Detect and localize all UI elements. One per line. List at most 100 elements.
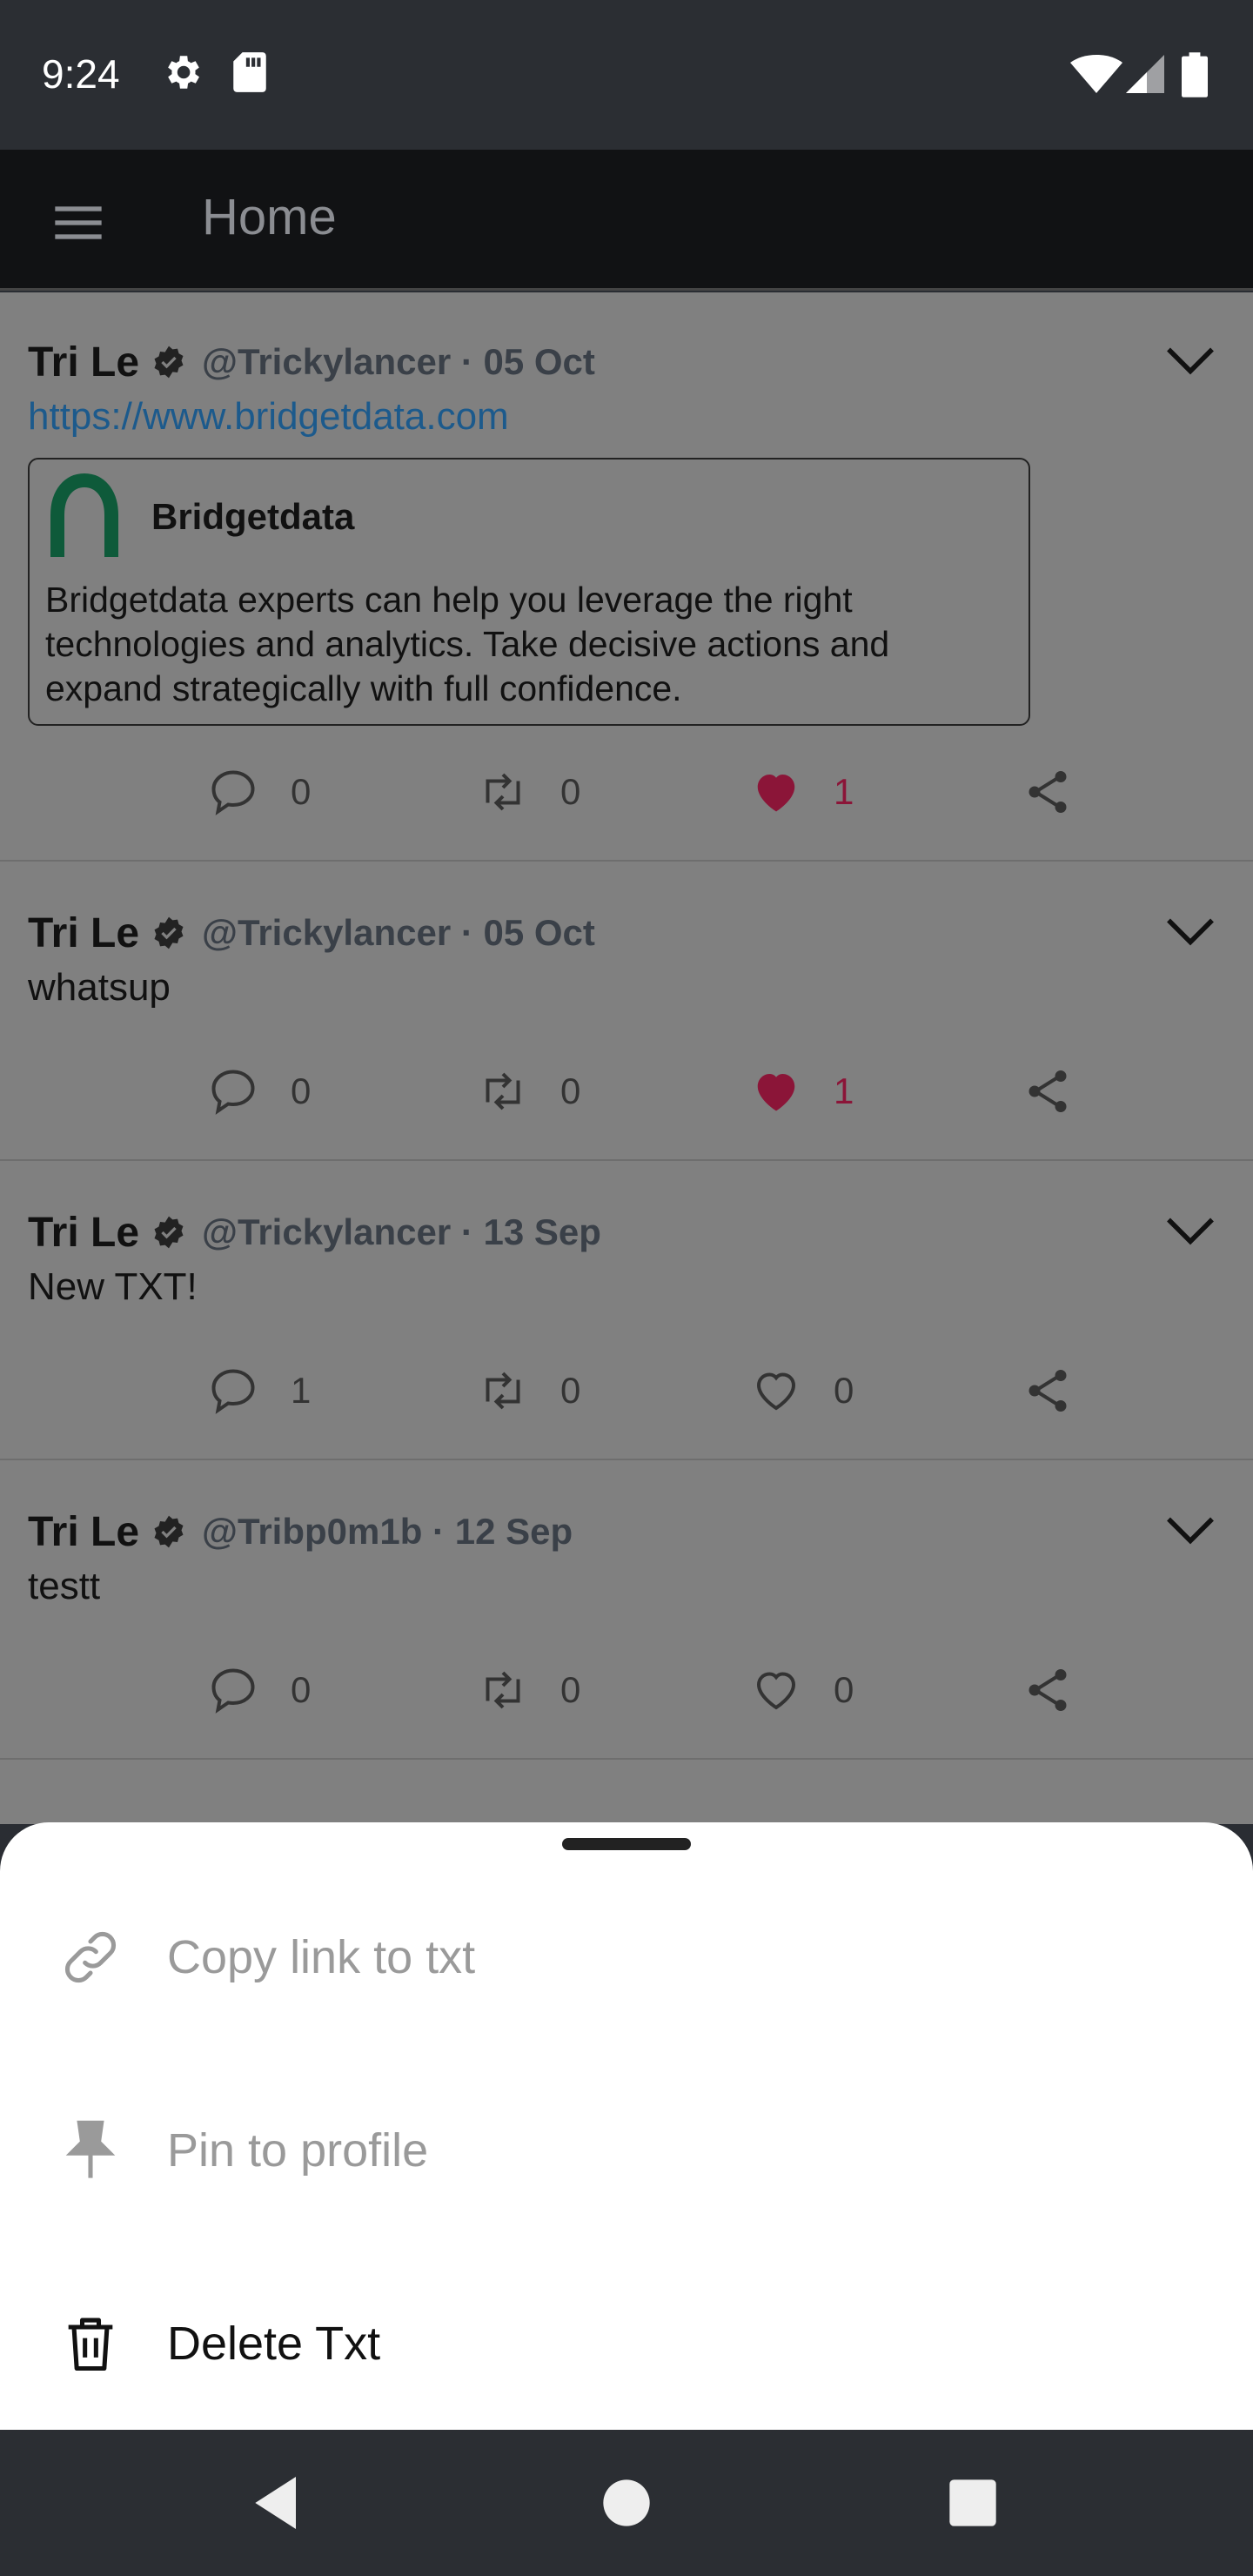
post-item[interactable]: Tri Le @Trickylancer · 05 Oct whatsup 0 … (0, 863, 1253, 1161)
verified-badge-icon (154, 1515, 184, 1548)
recents-icon[interactable] (938, 2468, 1008, 2538)
system-nav-bar (0, 2430, 1253, 2576)
status-bar: 9:24 (0, 0, 1253, 150)
author-handle-date: @Trickylancer · 05 Oct (202, 341, 595, 382)
back-icon[interactable] (244, 2468, 313, 2538)
share-action[interactable] (1022, 1356, 1074, 1426)
card-description: Bridgetdata experts can help you leverag… (45, 580, 890, 708)
signal-icon (1126, 55, 1164, 93)
bottom-sheet: Copy link to txt Pin to profile Delete T… (0, 1822, 1253, 2432)
reply-count: 0 (291, 1070, 312, 1111)
like-count: 0 (834, 1370, 854, 1411)
retweet-icon (486, 773, 520, 811)
post-header: Tri Le @Trickylancer · 13 Sep (28, 1206, 601, 1258)
retweet-count: 0 (560, 1370, 581, 1411)
retweet-count: 0 (560, 1070, 581, 1111)
verified-badge-icon (154, 916, 184, 949)
reply-count: 1 (291, 1370, 312, 1411)
wifi-icon (1070, 55, 1122, 93)
retweet-icon (486, 1072, 520, 1110)
retweet-action[interactable]: 0 (477, 1356, 580, 1426)
author-name[interactable]: Tri Le (28, 909, 139, 957)
author-name[interactable]: Tri Le (28, 339, 139, 386)
post-item[interactable]: Tri Le @Trickylancer · 05 Oct https://ww… (0, 292, 1253, 862)
share-icon (1029, 771, 1067, 813)
share-icon (1029, 1070, 1067, 1112)
retweet-icon (486, 1372, 520, 1410)
comment-icon (211, 770, 255, 815)
share-icon (1029, 1669, 1067, 1711)
post-item[interactable]: Tri Le @Trickylancer · 13 Sep New TXT! 1… (0, 1163, 1253, 1460)
post-actions: 1 0 0 (0, 1356, 1253, 1426)
post-header: Tri Le @Trickylancer · 05 Oct (28, 907, 595, 959)
comment-icon (211, 1668, 255, 1714)
retweet-action[interactable]: 0 (477, 1057, 580, 1126)
post-text: testt (28, 1565, 101, 1607)
page-title: Home (202, 189, 337, 245)
author-name[interactable]: Tri Le (28, 1209, 139, 1257)
like-action[interactable]: 0 (750, 1356, 854, 1426)
post-link[interactable]: https://www.bridgetdata.com (28, 395, 509, 439)
reply-action[interactable]: 1 (207, 1356, 311, 1426)
like-action[interactable]: 1 (750, 1057, 854, 1126)
post-header (28, 1805, 39, 1824)
chevron-down-icon[interactable] (1164, 1513, 1216, 1547)
copy-link-label: Copy link to txt (167, 1931, 476, 1983)
like-count: 1 (834, 771, 854, 812)
copy-link-option[interactable]: Copy link to txt (0, 1861, 1253, 2054)
feed-list: Tri Le @Trickylancer · 05 Oct https://ww… (0, 292, 1253, 1824)
heart-outline-icon (756, 1372, 796, 1411)
reply-action[interactable]: 0 (207, 757, 311, 827)
post-text: whatsup (28, 966, 171, 1009)
reply-action[interactable]: 0 (207, 1655, 311, 1725)
like-action[interactable]: 0 (750, 1655, 854, 1725)
bridgetdata-logo (50, 473, 118, 557)
post-actions: 0 0 1 (0, 1057, 1253, 1126)
post-item[interactable] (0, 1761, 1253, 1824)
author-handle-date: @Trickylancer · 05 Oct (202, 912, 595, 953)
share-action[interactable] (1022, 757, 1074, 827)
heart-filled-icon (757, 1074, 795, 1111)
like-count: 0 (834, 1669, 854, 1710)
pin-icon (65, 2120, 116, 2178)
link-preview-card[interactable]: Bridgetdata Bridgetdata experts can help… (28, 458, 1030, 726)
chevron-down-icon[interactable] (1164, 1213, 1216, 1248)
author-handle-date: @Tribp0m1b · 12 Sep (202, 1511, 573, 1552)
comment-icon (211, 1070, 255, 1115)
delete-txt-option[interactable]: Delete Txt (0, 2247, 1253, 2440)
chevron-down-icon[interactable] (1164, 343, 1216, 378)
trash-icon (68, 2318, 113, 2371)
post-header: Tri Le @Trickylancer · 05 Oct (28, 336, 595, 388)
post-text: New TXT! (28, 1265, 198, 1308)
heart-outline-icon (756, 1672, 796, 1710)
retweet-icon (486, 1671, 520, 1709)
delete-txt-label: Delete Txt (167, 2318, 381, 2370)
sd-card-icon (233, 52, 266, 92)
retweet-action[interactable]: 0 (477, 757, 580, 827)
share-action[interactable] (1022, 1655, 1074, 1725)
status-time: 9:24 (42, 51, 120, 97)
reply-count: 0 (291, 771, 312, 812)
reply-action[interactable]: 0 (207, 1057, 311, 1126)
link-icon (65, 1932, 116, 1982)
chevron-down-icon[interactable] (1164, 914, 1216, 949)
author-handle-date: @Trickylancer · 13 Sep (202, 1211, 601, 1252)
retweet-count: 0 (560, 1669, 581, 1710)
post-actions: 0 0 0 (0, 1655, 1253, 1725)
pin-to-profile-option[interactable]: Pin to profile (0, 2054, 1253, 2247)
retweet-count: 0 (560, 771, 581, 812)
share-action[interactable] (1022, 1057, 1074, 1126)
home-icon[interactable] (592, 2468, 661, 2538)
sheet-drag-handle[interactable] (562, 1838, 691, 1850)
verified-badge-icon (154, 345, 184, 379)
author-name-partial (28, 1808, 39, 1825)
heart-filled-icon (757, 775, 795, 812)
post-header: Tri Le @Tribp0m1b · 12 Sep (28, 1506, 573, 1558)
hamburger-menu-icon[interactable] (50, 195, 106, 251)
author-name[interactable]: Tri Le (28, 1508, 139, 1556)
like-action[interactable]: 1 (750, 757, 854, 827)
verified-badge-icon (154, 1216, 184, 1249)
retweet-action[interactable]: 0 (477, 1655, 580, 1725)
post-item[interactable]: Tri Le @Tribp0m1b · 12 Sep testt 0 0 0 (0, 1462, 1253, 1760)
comment-icon (211, 1369, 255, 1414)
